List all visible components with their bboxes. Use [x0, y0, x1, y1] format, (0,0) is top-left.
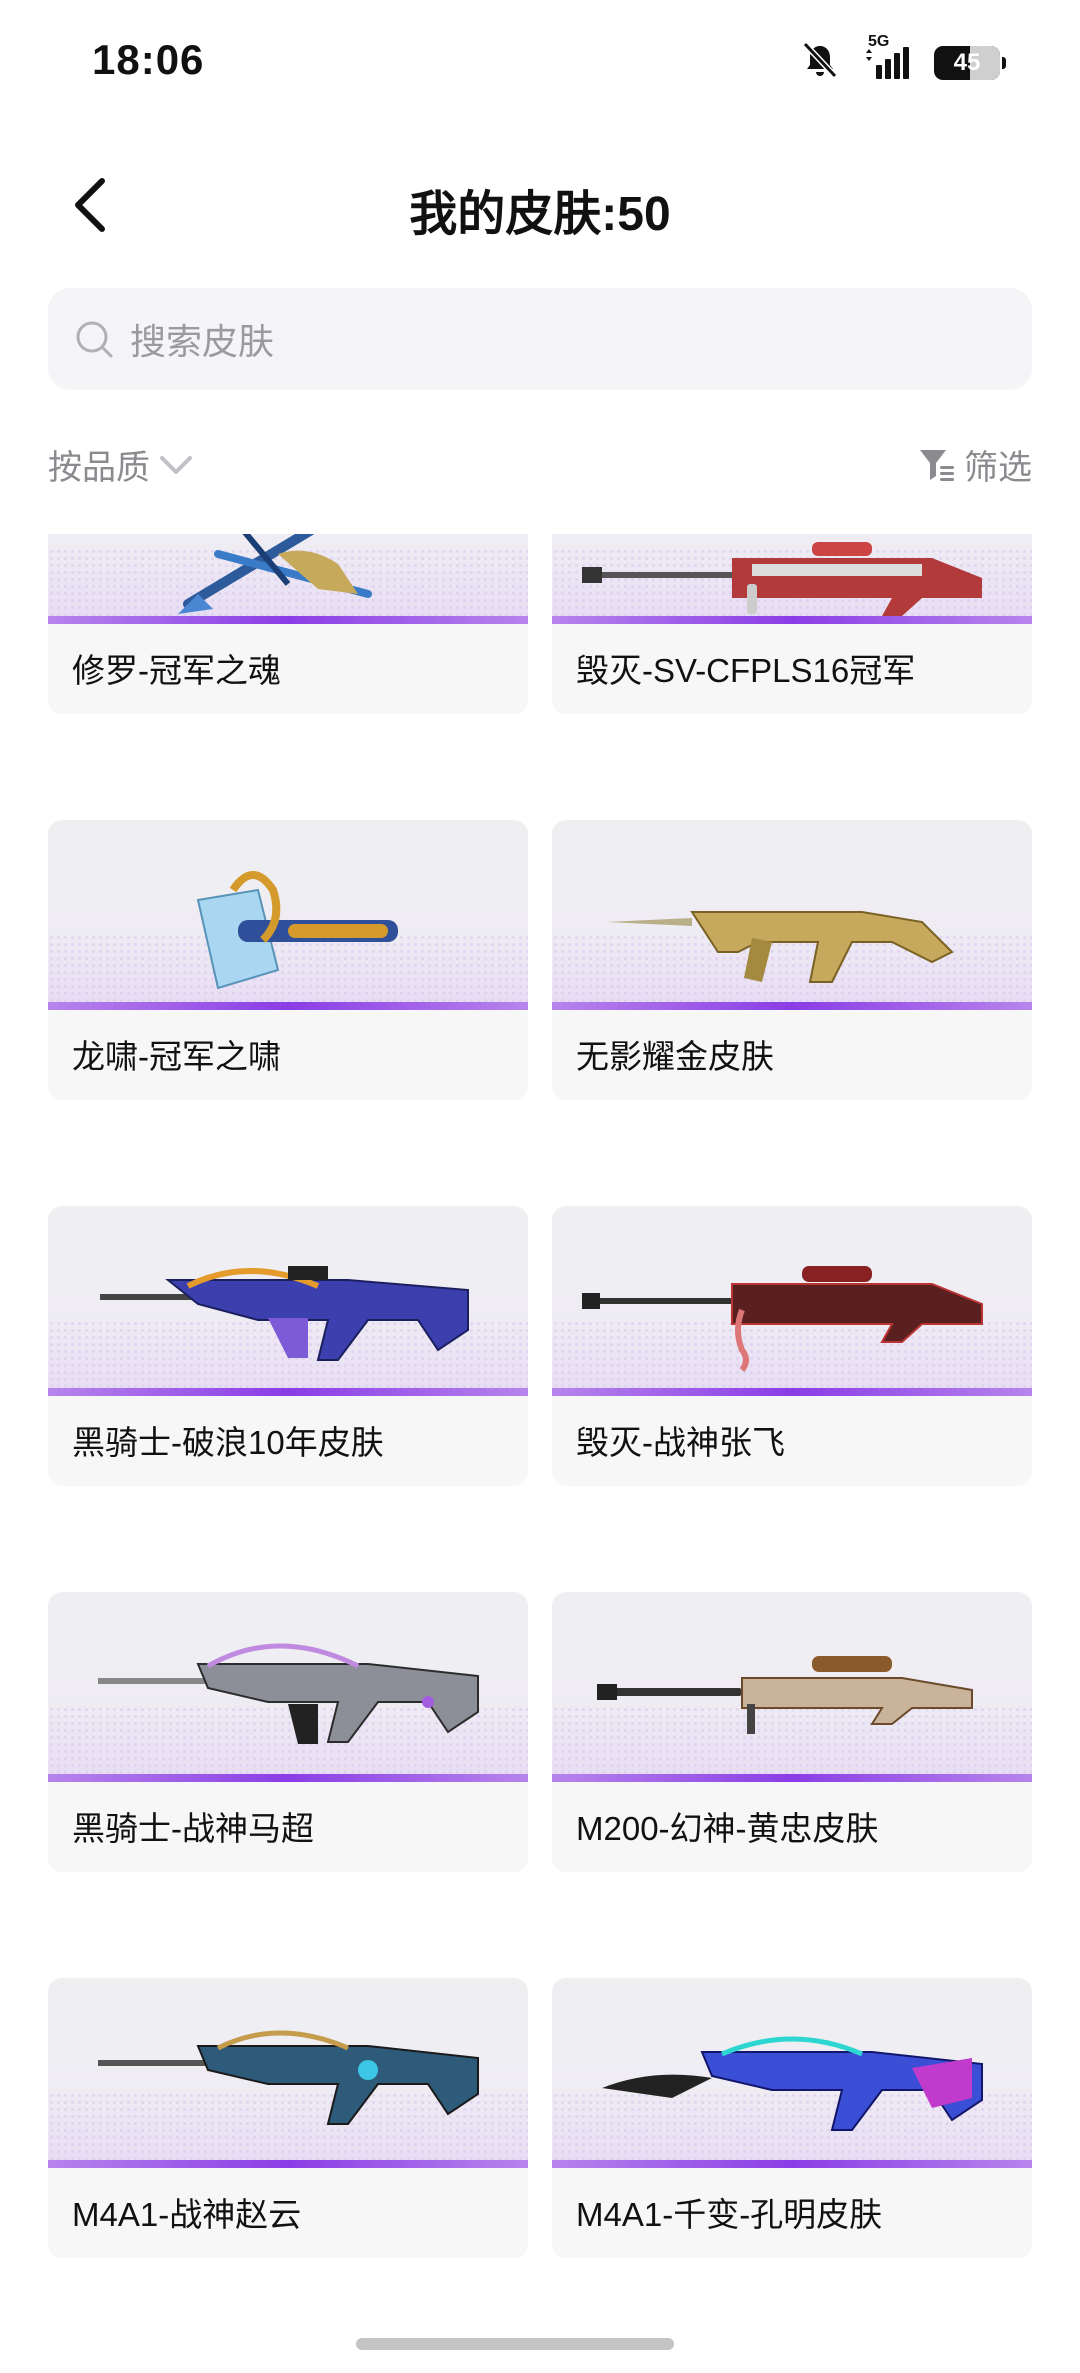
- skin-name: 黑骑士-破浪10年皮肤: [72, 1424, 384, 1461]
- network-type: 5G: [868, 32, 890, 50]
- assault-rifle-icon: [98, 2030, 479, 2125]
- skin-card[interactable]: 毁灭-SV-CFPLS16冠军: [552, 534, 1032, 714]
- mute-bell-icon: [800, 40, 840, 85]
- skin-card[interactable]: 黑骑士-破浪10年皮肤: [48, 1206, 528, 1486]
- filter-label: 筛选: [964, 449, 1032, 487]
- status-bar: 18:06 5G 45: [0, 0, 1080, 120]
- skin-card[interactable]: M4A1-千变-孔明皮肤: [552, 1978, 1032, 2258]
- home-indicator[interactable]: [356, 2338, 674, 2350]
- skin-name: 龙啸-冠军之啸: [72, 1038, 281, 1075]
- skin-card[interactable]: M200-幻神-黄忠皮肤: [552, 1592, 1032, 1872]
- filter-row: 按品质 筛选: [48, 440, 1032, 494]
- assault-rifle-icon: [602, 2036, 983, 2131]
- search-icon: [76, 321, 113, 358]
- sort-by-quality-dropdown[interactable]: 按品质: [48, 440, 194, 489]
- assault-rifle-icon: [607, 911, 954, 983]
- chevron-down-icon: [160, 455, 192, 474]
- search-input[interactable]: 搜索皮肤: [48, 288, 1032, 390]
- skin-name: M4A1-千变-孔明皮肤: [576, 2196, 883, 2233]
- battery-level: 45: [953, 48, 981, 76]
- status-time: 18:06: [92, 36, 205, 83]
- skin-name: 修罗-冠军之魂: [72, 652, 281, 689]
- page-title: 我的皮肤:50: [409, 188, 671, 241]
- skin-card[interactable]: 黑骑士-战神马超: [48, 1592, 528, 1872]
- skin-name: 黑骑士-战神马超: [72, 1810, 314, 1847]
- status-icons: 5G 45: [800, 33, 1006, 85]
- skin-card[interactable]: 龙啸-冠军之啸: [48, 820, 528, 1100]
- battery-icon: 45: [934, 45, 1006, 80]
- skin-name: 无影耀金皮肤: [576, 1038, 774, 1075]
- axe-icon: [196, 871, 398, 990]
- sniper-rifle-icon: [582, 542, 982, 616]
- filter-button[interactable]: 筛选: [918, 440, 1032, 489]
- skin-name: M200-幻神-黄忠皮肤: [576, 1810, 879, 1847]
- skin-card[interactable]: 修罗-冠军之魂: [48, 534, 528, 714]
- sort-label: 按品质: [48, 449, 150, 487]
- cellular-5g-icon: 5G: [862, 33, 912, 81]
- skin-name: M4A1-战神赵云: [72, 2196, 302, 2233]
- search-placeholder: 搜索皮肤: [130, 321, 275, 362]
- skin-card[interactable]: 毁灭-战神张飞: [552, 1206, 1032, 1486]
- filter-funnel-icon: [920, 449, 954, 481]
- assault-rifle-icon: [98, 1643, 479, 1744]
- skin-card[interactable]: M4A1-战神赵云: [48, 1978, 528, 2258]
- header: 我的皮肤:50: [0, 150, 1080, 260]
- sniper-rifle-icon: [597, 1656, 973, 1734]
- skin-card[interactable]: 无影耀金皮肤: [552, 820, 1032, 1100]
- crossbow-icon: [178, 534, 372, 614]
- skin-name: 毁灭-战神张飞: [576, 1424, 785, 1461]
- skin-grid: 修罗-冠军之魂 毁灭-SV-CFPLS16冠军 龙啸-冠军之啸 无影耀金皮肤 黑…: [48, 534, 1032, 2324]
- sniper-rifle-icon: [582, 1266, 983, 1372]
- assault-rifle-icon: [100, 1266, 469, 1361]
- skin-name: 毁灭-SV-CFPLS16冠军: [576, 652, 916, 689]
